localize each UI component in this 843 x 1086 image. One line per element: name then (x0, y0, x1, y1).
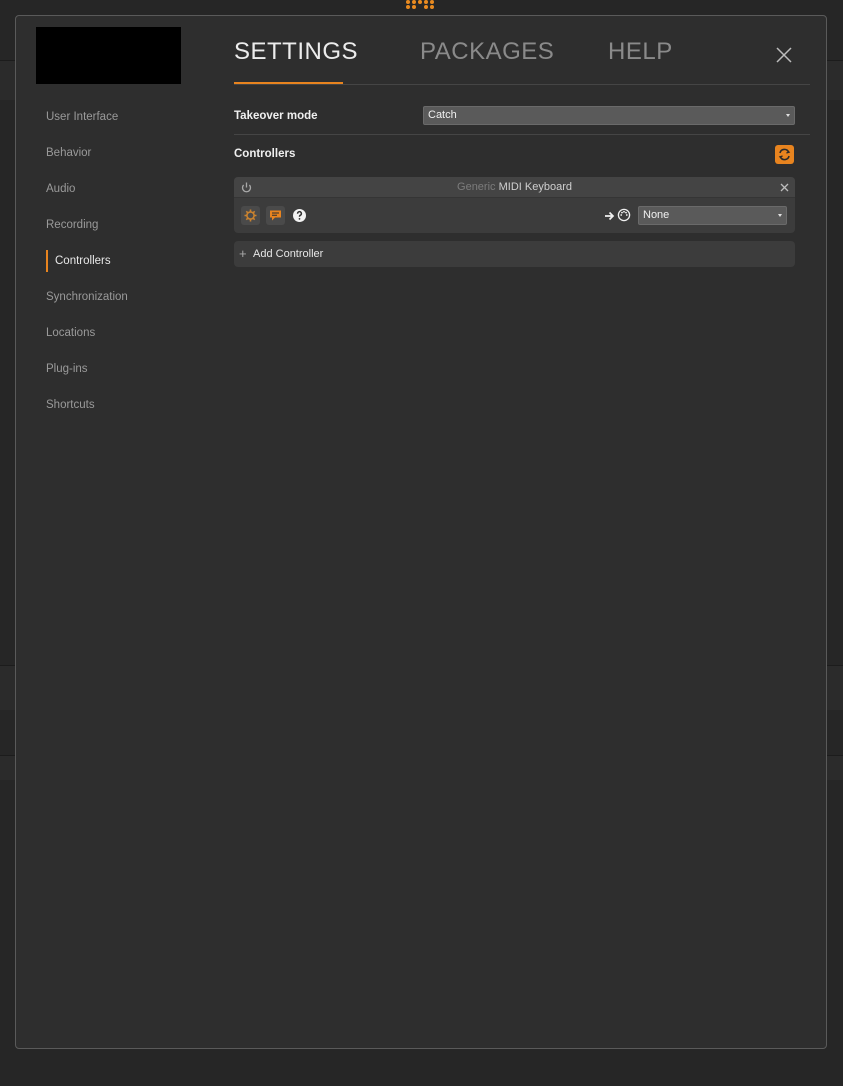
settings-sidebar: User Interface Behavior Audio Recording … (46, 104, 216, 428)
refresh-icon (778, 148, 791, 161)
sidebar-item-controllers[interactable]: Controllers (46, 248, 216, 284)
midi-port-icon (617, 208, 631, 222)
controller-help-button[interactable] (290, 206, 309, 225)
tab-settings[interactable]: SETTINGS (234, 38, 358, 84)
redacted-logo (36, 27, 181, 84)
sidebar-item-synchronization[interactable]: Synchronization (46, 284, 216, 320)
speech-bubble-icon (270, 210, 281, 221)
controller-notifications-button[interactable] (266, 206, 285, 225)
plus-icon: + (239, 246, 247, 261)
sidebar-item-shortcuts[interactable]: Shortcuts (46, 392, 216, 428)
controller-card: Generic MIDI Keyboard None (234, 177, 795, 233)
remove-controller-button[interactable] (775, 178, 794, 197)
takeover-mode-label: Takeover mode (234, 110, 318, 122)
gear-icon (244, 209, 257, 222)
help-icon (293, 209, 306, 222)
chevron-down-icon (778, 214, 782, 217)
sidebar-item-locations[interactable]: Locations (46, 320, 216, 356)
tab-help[interactable]: HELP (608, 38, 673, 84)
arrow-right-icon (605, 211, 615, 221)
sidebar-item-user-interface[interactable]: User Interface (46, 104, 216, 140)
close-button[interactable] (773, 44, 795, 66)
sidebar-item-audio[interactable]: Audio (46, 176, 216, 212)
controller-card-header: Generic MIDI Keyboard (234, 177, 795, 198)
settings-dialog: SETTINGS PACKAGES HELP User Interface Be… (15, 15, 827, 1049)
controller-output-value: None (643, 209, 670, 221)
controller-settings-button[interactable] (241, 206, 260, 225)
sidebar-item-behavior[interactable]: Behavior (46, 140, 216, 176)
close-icon (780, 183, 789, 192)
controllers-label: Controllers (234, 148, 296, 160)
content-divider (234, 134, 810, 135)
refresh-controllers-button[interactable] (775, 145, 794, 164)
takeover-mode-value: Catch (428, 109, 457, 121)
chevron-down-icon (786, 114, 790, 117)
close-icon (776, 47, 792, 63)
controller-output-select[interactable]: None (638, 206, 787, 225)
sidebar-item-plug-ins[interactable]: Plug-ins (46, 356, 216, 392)
controller-name: MIDI Keyboard (498, 181, 572, 193)
header-divider (234, 84, 810, 85)
takeover-mode-select[interactable]: Catch (423, 106, 795, 125)
controller-title: Generic MIDI Keyboard (234, 181, 795, 193)
sidebar-item-recording[interactable]: Recording (46, 212, 216, 248)
app-logo-icon (404, 0, 438, 10)
add-controller-button[interactable]: + Add Controller (234, 241, 795, 267)
controller-vendor: Generic (457, 181, 496, 193)
add-controller-label: Add Controller (253, 248, 324, 260)
tab-packages[interactable]: PACKAGES (420, 38, 554, 84)
